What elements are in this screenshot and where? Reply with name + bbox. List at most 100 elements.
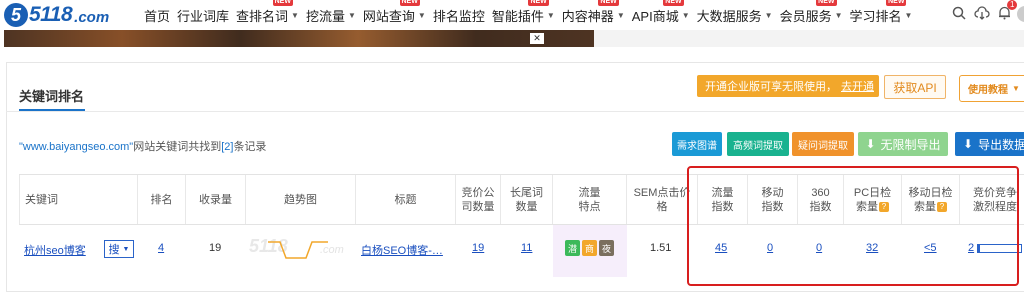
nav-item[interactable]: 行业词库 [177,6,229,25]
nav-item-label: 学习排名 [849,8,902,24]
download-icon: ⬇ [963,137,974,151]
download-cloud-icon[interactable] [974,6,990,20]
new-badge: NEW [886,0,907,6]
new-badge: NEW [663,0,684,6]
question-words-label: 疑问词提取 [798,140,848,152]
caret-down-icon: ▼ [764,10,773,20]
rank-value[interactable]: 4 [158,242,164,254]
download-icon: ⬇ [865,137,876,151]
unlimited-export-label: 无限制导出 [880,137,941,152]
bid-companies-value[interactable]: 19 [472,242,484,254]
nav-item[interactable]: 查排名词 ▼ NEW [236,0,299,25]
chevron-down-icon: ▼ [122,245,130,253]
nav-item-label: 内容神器 [561,8,614,24]
high-freq-label: 高频词提取 [733,140,783,152]
top-nav: 5 5118 .com 首页 行业词库 查排名词 ▼ NEW 挖流量 ▼ 网站查询 ▼ NEW 排名… [0,0,1024,30]
get-api-button[interactable]: 获取API [884,75,946,99]
export-data-button[interactable]: ⬇ 导出数据 [955,132,1024,156]
tag-business: 商 [582,240,597,256]
nav-item[interactable]: 首页 [144,6,170,25]
nav-item-label: 智能插件 [491,8,544,24]
new-badge: NEW [528,0,549,6]
section-title: 关键词排名 [19,89,85,104]
summary-text: 网站关键词共找到 [133,141,222,153]
search-engine-select[interactable]: 搜 ▼ [104,240,134,258]
nav-item[interactable]: 会员服务 ▼ NEW [779,0,843,25]
caret-down-icon: ▼ [834,10,843,20]
chevron-down-icon: ▼ [1012,84,1020,93]
col-rank[interactable]: 排名 [138,175,186,224]
traffic-tags: 潜 商 夜 [565,240,614,256]
notification-badge: 1 [1007,0,1018,10]
caret-down-icon: ▼ [616,10,625,20]
col-keyword: 关键词 [19,175,138,224]
demand-graph-button[interactable]: 需求图谱 [672,132,722,156]
tutorial-button[interactable]: 使用教程 ▼ [959,75,1024,102]
nav-item-label: 查排名词 [236,8,289,24]
tag-night: 夜 [599,240,614,256]
nav-item[interactable]: 内容神器 ▼ NEW [561,0,625,25]
new-badge: NEW [399,0,420,6]
new-badge: NEW [598,0,619,6]
promo-text: 开通企业版可享无限使用， [705,81,837,93]
summary-suffix: 条记录 [233,141,267,153]
summary-site[interactable]: "www.baiyangseo.com" [19,141,133,153]
nav-item[interactable]: API商城 ▼ NEW [631,0,690,25]
main-menu: 首页 行业词库 查排名词 ▼ NEW 挖流量 ▼ 网站查询 ▼ NEW 排名监控 智能插件 ▼ NEW 内容… [144,0,919,30]
nav-item-label: 行业词库 [177,8,230,24]
promo-banner: 开通企业版可享无限使用， 去开通 [697,75,879,97]
nav-icons [952,6,1011,20]
col-traffic-feature: 流量特点 [553,175,627,224]
section-divider [6,111,1024,112]
col-bid-companies[interactable]: 竞价公司数量 [456,175,501,224]
high-freq-button[interactable]: 高频词提取 [727,132,789,156]
nav-item[interactable]: 大数据服务 ▼ [697,6,773,25]
nav-item[interactable]: 智能插件 ▼ NEW [491,0,555,25]
question-words-button[interactable]: 疑问词提取 [792,132,854,156]
nav-item[interactable]: 学习排名 ▼ NEW [849,0,913,25]
banner-image [4,30,594,47]
demand-graph-label: 需求图谱 [677,140,717,152]
nav-item-label: API商城 [631,8,679,24]
col-longtail[interactable]: 长尾词数量 [501,175,553,224]
trend-sparkline[interactable] [268,238,328,262]
sem-price-value: 1.51 [650,242,672,254]
nav-item[interactable]: 网站查询 ▼ NEW [362,0,426,25]
nav-item-label: 首页 [144,8,171,24]
indexed-value: 19 [209,242,222,254]
nav-item[interactable]: 排名监控 [433,6,485,25]
nav-item-label: 大数据服务 [696,8,762,24]
logo-suffix: .com [74,8,110,26]
nav-item-label: 网站查询 [362,8,415,24]
caret-down-icon: ▼ [291,10,299,20]
col-trend: 趋势图 [246,175,356,224]
caret-down-icon: ▼ [347,10,356,20]
unlimited-export-button[interactable]: ⬇ 无限制导出 [858,132,948,156]
longtail-value[interactable]: 11 [521,242,532,254]
caret-down-icon: ▼ [681,10,690,20]
nav-item-label: 排名监控 [432,8,485,24]
page-title-link[interactable]: 白杨SEO博客-… [361,242,443,258]
avatar[interactable] [1017,6,1024,22]
nav-item[interactable]: 挖流量 ▼ [306,6,356,25]
highlight-box [687,166,1019,286]
new-badge: NEW [272,0,293,6]
ad-banner[interactable]: ✕ [0,30,1024,47]
nav-item-label: 会员服务 [779,8,832,24]
keyword-link[interactable]: 杭州seo博客 [24,242,86,258]
banner-close-icon[interactable]: ✕ [530,33,544,44]
section-title-underline [19,109,85,111]
tutorial-label: 使用教程 [968,85,1008,96]
caret-down-icon: ▼ [904,10,913,20]
logo-mark: 5 [4,3,28,27]
nav-item-label: 挖流量 [305,8,345,24]
logo-text: 5118 [29,3,73,26]
new-badge: NEW [816,0,837,6]
site-logo[interactable]: 5 5118 .com [4,3,109,27]
tag-potential: 潜 [565,240,580,256]
caret-down-icon: ▼ [417,10,426,20]
promo-link[interactable]: 去开通 [841,78,874,94]
banner-right [594,30,1024,47]
col-indexed[interactable]: 收录量 [186,175,246,224]
search-icon[interactable] [952,6,966,20]
